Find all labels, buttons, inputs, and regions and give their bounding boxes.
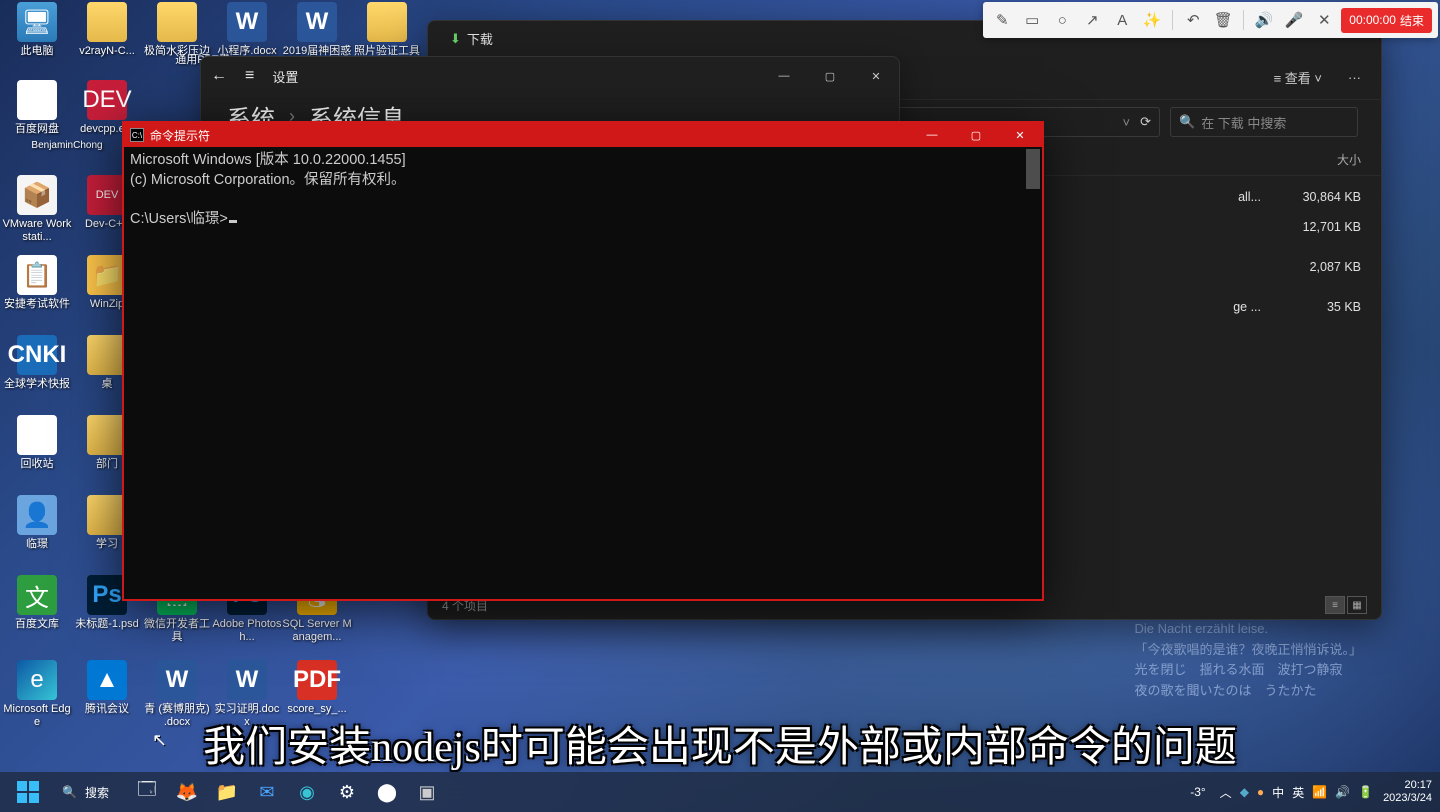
cmd-prompt: C:\Users\临璟> — [130, 211, 228, 227]
mic-icon[interactable]: 🎤 — [1281, 7, 1307, 33]
task-edge[interactable]: ◉ — [289, 774, 325, 810]
icon-doc-2[interactable]: W2019届神困惑 — [282, 2, 352, 58]
speaker-icon[interactable]: 🔊 — [1251, 7, 1277, 33]
view-details-icon[interactable]: ≡ — [1325, 596, 1345, 614]
cmd-title: 命令提示符 — [150, 127, 210, 144]
clock-time: 20:17 — [1383, 779, 1432, 792]
icon-recycle-bin[interactable]: 🗑回收站 — [2, 415, 72, 471]
arrow-icon[interactable]: ↗ — [1079, 7, 1105, 33]
text-icon[interactable]: A — [1109, 7, 1135, 33]
maximize-button[interactable]: ▢ — [807, 60, 853, 92]
search-box[interactable]: 🔍 在 下载 中搜索 — [1170, 107, 1358, 137]
rec-timer: 00:00:00 — [1349, 13, 1396, 27]
cmd-icon: C:\ — [130, 128, 144, 142]
icon-this-pc[interactable]: 🖥此电脑 — [2, 2, 72, 58]
more-button[interactable]: ··· — [1340, 66, 1369, 89]
tray-icon[interactable]: ● — [1257, 785, 1264, 799]
wifi-icon[interactable]: 📶 — [1312, 785, 1327, 799]
close-icon[interactable]: ✕ — [1311, 7, 1337, 33]
taskbar-search[interactable]: 🔍 搜索 — [52, 777, 119, 807]
task-explorer[interactable]: 🗔 — [129, 774, 165, 810]
task-folder[interactable]: 📁 — [209, 774, 245, 810]
icon-tencent-meeting[interactable]: ▲腾讯会议 — [72, 660, 142, 716]
explorer-tab-downloads[interactable]: ⬇ 下载 — [438, 25, 505, 52]
cmd-maximize-button[interactable]: ▢ — [954, 123, 998, 147]
start-button[interactable] — [8, 774, 48, 810]
icon-baidupan[interactable]: ☁百度网盘 — [2, 80, 72, 136]
settings-titlebar[interactable]: ← ≡ 设置 — ▢ ✕ — [201, 57, 899, 95]
search-label: 搜索 — [85, 784, 109, 801]
search-icon: 🔍 — [62, 785, 77, 799]
highlighter-icon[interactable]: ✨ — [1139, 7, 1165, 33]
tray-lang1[interactable]: 中 — [1272, 784, 1284, 801]
icon-cnki[interactable]: CNKI全球学术快报 — [2, 335, 72, 391]
task-firefox[interactable]: 🦊 — [169, 774, 205, 810]
download-icon: ⬇ — [450, 31, 461, 47]
chevron-down-icon[interactable]: ˅ — [1123, 115, 1131, 130]
icon-doc-1[interactable]: W小程序.docx — [212, 2, 282, 58]
separator — [1243, 10, 1244, 30]
taskbar-clock[interactable]: 20:17 2023/3/24 — [1383, 779, 1432, 805]
undo-icon[interactable]: ↶ — [1180, 7, 1206, 33]
view-button[interactable]: ≡ 查看 ˅ — [1266, 64, 1330, 91]
search-icon: 🔍 — [1179, 114, 1195, 130]
clock-date: 2023/3/24 — [1383, 792, 1432, 805]
circle-icon[interactable]: ○ — [1049, 7, 1075, 33]
icon-exam[interactable]: 📋安捷考试软件 — [2, 255, 72, 311]
system-tray[interactable]: ︿ ◆ ● 中 英 📶 🔊 🔋 — [1220, 784, 1373, 801]
cmd-close-button[interactable]: ✕ — [998, 123, 1042, 147]
settings-title: 设置 — [272, 67, 298, 86]
icon-benjamin: BenjaminChong — [2, 140, 132, 152]
task-terminal[interactable]: ▣ — [409, 774, 445, 810]
col-size[interactable]: 大小 — [1261, 151, 1381, 168]
minimize-button[interactable]: — — [761, 60, 807, 92]
icon-folder-2[interactable]: 照片验证工具 — [352, 2, 422, 58]
refresh-icon[interactable]: ⟳ — [1140, 114, 1151, 130]
cmd-line2: (c) Microsoft Corporation。保留所有权利。 — [130, 172, 406, 188]
volume-icon[interactable]: 🔊 — [1335, 785, 1350, 799]
separator — [1172, 10, 1173, 30]
weather-temp[interactable]: -3° — [1190, 785, 1205, 799]
rect-icon[interactable]: ▭ — [1019, 7, 1045, 33]
icon-baiduwenku[interactable]: 文百度文库 — [2, 575, 72, 631]
recording-toolbar[interactable]: ✎ ▭ ○ ↗ A ✨ ↶ 🗑 🔊 🎤 ✕ 00:00:00 结束 — [983, 2, 1438, 38]
rec-end-button[interactable]: 00:00:00 结束 — [1341, 8, 1432, 33]
task-mail[interactable]: ✉ — [249, 774, 285, 810]
icon-user-folder[interactable]: 👤临璟 — [2, 495, 72, 551]
task-settings[interactable]: ⚙ — [329, 774, 365, 810]
icon-pdf-score[interactable]: PDFscore_sy_... — [282, 660, 352, 716]
tray-icon[interactable]: ◆ — [1240, 785, 1249, 799]
icon-v2rayn[interactable]: v2rayN-C... — [72, 2, 142, 58]
cmd-window[interactable]: C:\ 命令提示符 — ▢ ✕ Microsoft Windows [版本 10… — [122, 121, 1044, 601]
cmd-body[interactable]: Microsoft Windows [版本 10.0.22000.1455] (… — [124, 147, 1042, 599]
view-grid-icon[interactable]: ▦ — [1347, 596, 1367, 614]
cmd-titlebar[interactable]: C:\ 命令提示符 — ▢ ✕ — [124, 123, 1042, 147]
pen-icon[interactable]: ✎ — [989, 7, 1015, 33]
task-app[interactable]: ⬤ — [369, 774, 405, 810]
icon-vmware[interactable]: 📦VMware Workstati... — [2, 175, 72, 244]
cmd-minimize-button[interactable]: — — [910, 123, 954, 147]
cmd-line1: Microsoft Windows [版本 10.0.22000.1455] — [130, 152, 406, 168]
icon-doc-qing[interactable]: W青 (赛博朋克) .docx — [142, 660, 212, 729]
battery-icon[interactable]: 🔋 — [1358, 785, 1373, 799]
close-button[interactable]: ✕ — [853, 60, 899, 92]
chevron-up-icon[interactable]: ︿ — [1220, 784, 1232, 801]
icon-folder-1[interactable]: 极简水彩压边 — [142, 2, 212, 58]
video-subtitle: 我们安装nodejs时可能会出现不是外部或内部命令的问题 — [203, 713, 1237, 774]
icon-edge[interactable]: eMicrosoft Edge — [2, 660, 72, 729]
tray-lang2[interactable]: 英 — [1292, 784, 1304, 801]
menu-icon[interactable]: ≡ — [245, 67, 254, 85]
explorer-tab-label: 下载 — [467, 29, 493, 48]
taskbar[interactable]: 🔍 搜索 🗔 🦊 📁 ✉ ◉ ⚙ ⬤ ▣ -3° ︿ ◆ ● 中 英 📶 🔊 🔋… — [0, 772, 1440, 812]
trash-icon[interactable]: 🗑 — [1210, 7, 1236, 33]
windows-logo-icon — [17, 781, 39, 803]
cmd-cursor — [229, 220, 237, 223]
cmd-scrollbar[interactable] — [1026, 149, 1040, 189]
search-placeholder: 在 下载 中搜索 — [1201, 113, 1286, 132]
rec-end-label: 结束 — [1400, 12, 1424, 29]
back-icon[interactable]: ← — [211, 67, 227, 85]
